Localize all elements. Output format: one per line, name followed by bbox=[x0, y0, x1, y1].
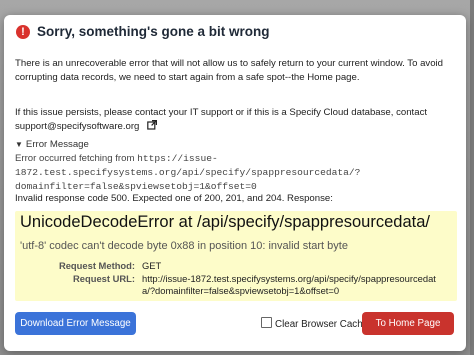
background-window-edge bbox=[470, 0, 474, 355]
request-method-label: Request Method: bbox=[58, 260, 135, 271]
external-link-icon[interactable] bbox=[147, 120, 158, 130]
error-circle-icon: ! bbox=[16, 25, 30, 39]
request-method-value: GET bbox=[142, 260, 162, 271]
support-instructions: If this issue persists, please contact y… bbox=[15, 107, 428, 118]
error-explanation: There is an unrecoverable error that wil… bbox=[15, 58, 444, 83]
request-url-value: http://issue-1872.test.specifysystems.or… bbox=[142, 273, 436, 296]
dialog-header: ! Sorry, something's gone a bit wrong bbox=[4, 15, 466, 51]
exception-message: 'utf-8' codec can't decode byte 0x88 in … bbox=[20, 240, 348, 252]
to-home-page-button[interactable]: To Home Page bbox=[362, 312, 454, 335]
fetch-prefix: Error occurred fetching from bbox=[15, 153, 135, 164]
request-url-row: Request URL: http://issue-1872.test.spec… bbox=[15, 273, 455, 299]
invalid-response-line: Invalid response code 500. Expected one … bbox=[15, 193, 333, 204]
clear-cache-checkbox[interactable] bbox=[261, 317, 272, 328]
download-error-message-button[interactable]: Download Error Message bbox=[15, 312, 136, 335]
support-email-link[interactable]: support@specifysoftware.org bbox=[15, 121, 139, 132]
request-method-row: Request Method: GET bbox=[15, 260, 455, 272]
fetch-error-line: Error occurred fetching from https://iss… bbox=[15, 152, 455, 194]
request-url-label: Request URL: bbox=[73, 273, 135, 284]
error-message-toggle[interactable]: ▼ Error Message bbox=[15, 138, 89, 152]
support-email-line: support@specifysoftware.org bbox=[15, 120, 158, 134]
dialog-title: Sorry, something's gone a bit wrong bbox=[37, 24, 270, 39]
dialog-footer: Download Error Message Clear Browser Cac… bbox=[4, 307, 466, 351]
disclosure-triangle-icon: ▼ bbox=[15, 140, 23, 149]
clear-cache-label: Clear Browser Cache bbox=[275, 319, 369, 330]
exception-panel: UnicodeDecodeError at /api/specify/spapp… bbox=[15, 211, 457, 301]
error-dialog: ! Sorry, something's gone a bit wrong Th… bbox=[4, 15, 466, 351]
error-message-summary: Error Message bbox=[25, 139, 89, 150]
exception-title: UnicodeDecodeError at /api/specify/spapp… bbox=[20, 213, 430, 231]
clear-browser-cache-option[interactable]: Clear Browser Cache bbox=[261, 317, 368, 331]
